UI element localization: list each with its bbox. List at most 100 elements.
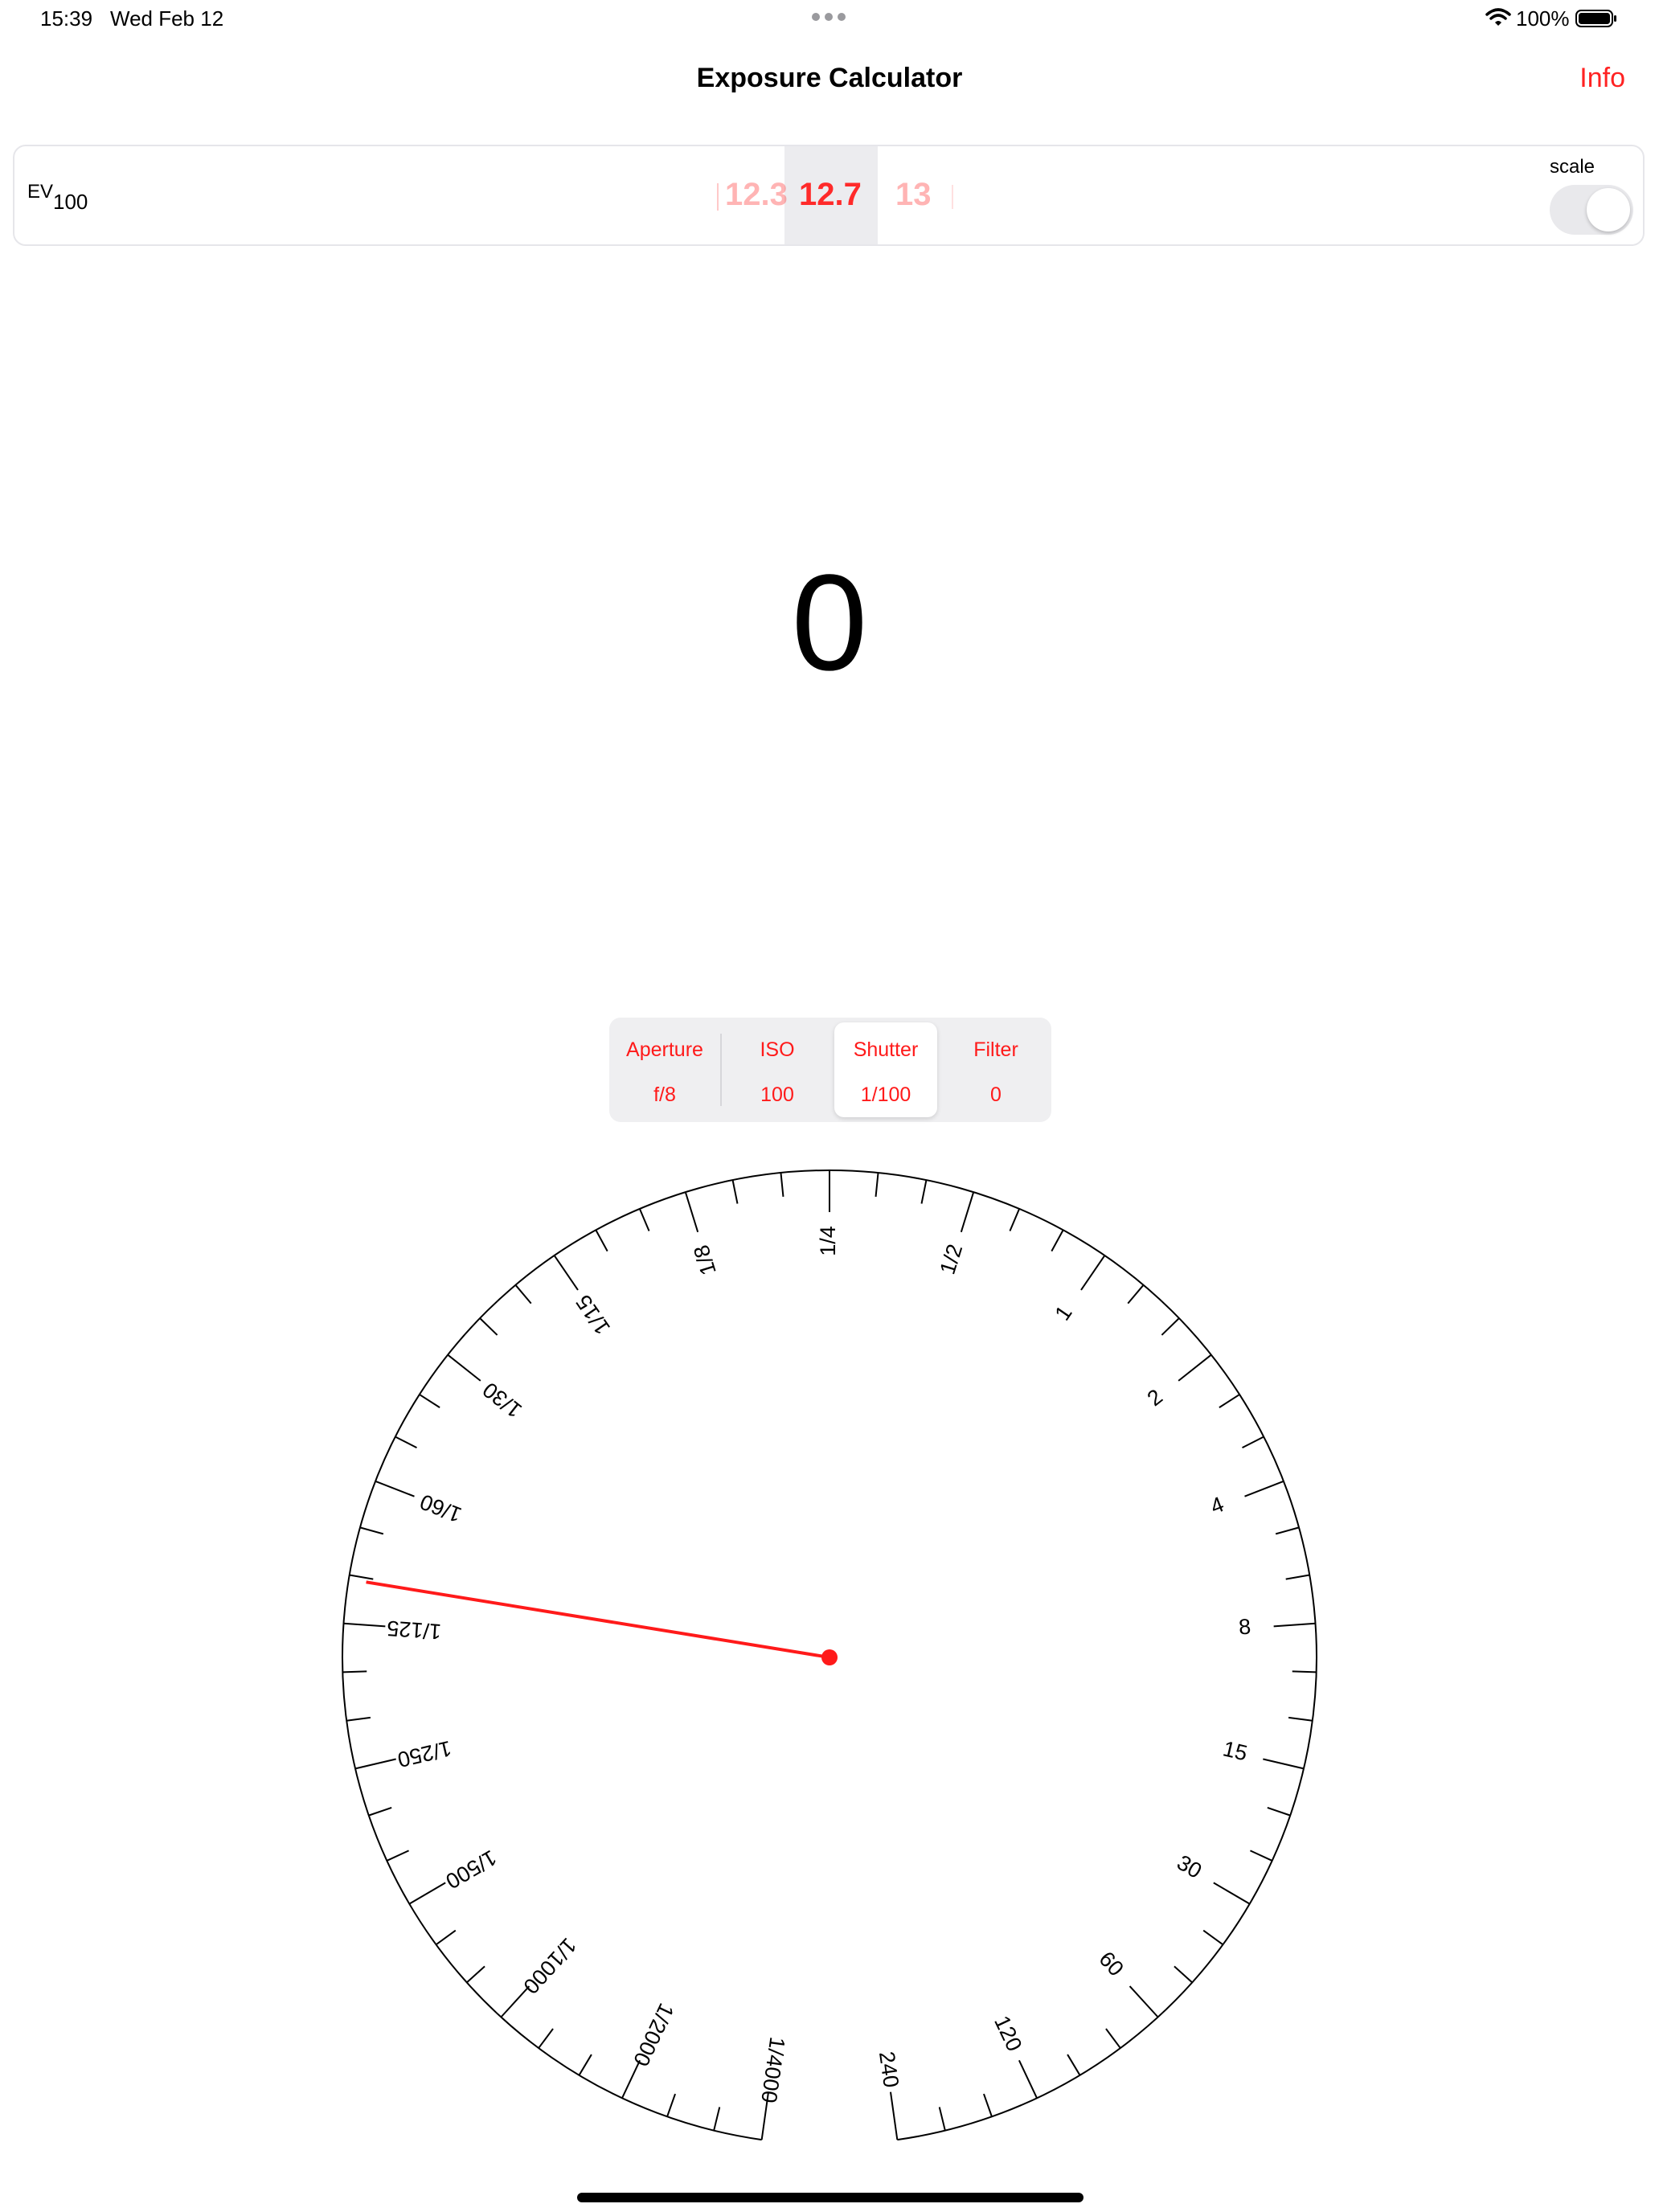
dial-scale-label: 1: [1050, 1301, 1076, 1325]
dial-minor-tick: [1202, 1929, 1224, 1946]
dial-major-tick: [1178, 1354, 1212, 1382]
multitasking-dots-icon[interactable]: [812, 13, 847, 21]
dial-major-tick: [960, 1191, 975, 1233]
dial-scale-label: 1/4: [816, 1226, 840, 1256]
wifi-icon: [1485, 8, 1511, 26]
status-time: 15:39: [40, 6, 93, 31]
result-value: 0: [791, 547, 868, 699]
battery-percent: 100%: [1516, 6, 1570, 31]
scale-toggle-knob[interactable]: [1587, 188, 1630, 231]
dial-minor-tick: [638, 1208, 650, 1231]
ev-picker[interactable]: 12.3 12.7 13: [14, 146, 1646, 244]
dial-minor-tick: [346, 1716, 371, 1722]
ev-card: EV100 12.3 12.7 13 scale: [13, 145, 1645, 246]
parameter-segmented-control: Aperture f/8 ISO 100 Shutter 1/100 Filte…: [609, 1018, 1051, 1122]
dial-minor-tick: [578, 2054, 592, 2076]
dial-scale-label: 1/125: [386, 1616, 442, 1644]
segment-iso-value: 100: [760, 1083, 794, 1106]
dial-minor-tick: [1009, 1208, 1021, 1231]
dial-minor-tick: [983, 2093, 993, 2117]
dial-scale-label: 1/1000: [518, 1933, 581, 1998]
dial-minor-tick: [538, 2028, 554, 2049]
dial-minor-tick: [1105, 2028, 1121, 2049]
dial-scale-label: 240: [875, 2050, 903, 2089]
dial-major-tick: [621, 2059, 641, 2099]
dial-major-tick: [375, 1480, 415, 1497]
dial-scale-label: 1/2000: [629, 2000, 678, 2071]
dial-minor-tick: [419, 1394, 440, 1408]
dial-scale-label: 1/2: [936, 1241, 968, 1277]
dial-minor-tick: [1161, 1317, 1180, 1336]
segment-filter-label: Filter: [973, 1038, 1018, 1061]
segment-aperture-label: Aperture: [626, 1038, 703, 1061]
dial-end-cap-start: [760, 2091, 770, 2140]
dial-minor-tick: [875, 1172, 879, 1197]
dial-needle-pivot: [821, 1649, 838, 1665]
dial-minor-tick: [1288, 1716, 1313, 1722]
dial-minor-tick: [395, 1436, 417, 1448]
dial-scale-label: 1/30: [478, 1378, 526, 1423]
segment-aperture-value: f/8: [653, 1083, 676, 1106]
dial-scale-label: 120: [989, 2012, 1026, 2055]
battery-icon: [1575, 10, 1616, 27]
dial-minor-tick: [359, 1526, 384, 1535]
dial-minor-tick: [479, 1317, 498, 1336]
status-bar: 15:39 Wed Feb 12 100%: [0, 0, 1659, 42]
segment-aperture[interactable]: Aperture f/8: [609, 1018, 720, 1122]
scale-label: scale: [1549, 156, 1595, 178]
page-title: Exposure Calculator: [696, 63, 963, 93]
status-date: Wed Feb 12: [110, 6, 224, 31]
segment-iso[interactable]: ISO 100: [722, 1018, 833, 1122]
navigation-bar: Exposure Calculator Info: [0, 48, 1659, 113]
dial-major-tick: [1080, 1255, 1106, 1291]
dial-scale-label: 8: [1238, 1615, 1251, 1640]
dial-minor-tick: [1267, 1806, 1291, 1817]
dial-minor-tick: [1067, 2054, 1081, 2076]
dial-major-tick: [408, 1882, 446, 1905]
dial-minor-tick: [780, 1172, 784, 1197]
dial-minor-tick: [1275, 1526, 1300, 1535]
dial-major-tick: [500, 1985, 530, 2018]
dial-scale-label: 1/4000: [756, 2035, 789, 2104]
segment-iso-label: ISO: [760, 1038, 795, 1061]
dial-minor-tick: [595, 1229, 608, 1252]
dial-minor-tick: [368, 1806, 392, 1817]
segment-shutter-value: 1/100: [860, 1083, 911, 1106]
segment-shutter[interactable]: Shutter 1/100: [834, 1022, 937, 1117]
dial-major-tick: [343, 1622, 386, 1628]
dial-arc: [342, 1169, 1317, 2141]
dial-minor-tick: [349, 1574, 374, 1580]
dial-minor-tick: [1174, 1965, 1193, 1984]
dial-minor-tick: [386, 1849, 409, 1862]
dial-scale-label: 15: [1221, 1736, 1250, 1765]
dial-minor-tick: [514, 1284, 532, 1305]
dial-minor-tick: [435, 1929, 457, 1946]
dial-minor-tick: [920, 1179, 928, 1204]
dial-minor-tick: [1292, 1670, 1317, 1673]
dial-minor-tick: [938, 2107, 946, 2131]
dial-major-tick: [1244, 1480, 1284, 1497]
dial-major-tick: [447, 1354, 481, 1382]
dial-needle: [366, 1580, 830, 1659]
dial-major-tick: [354, 1758, 396, 1770]
dial-minor-tick: [1285, 1574, 1310, 1580]
dial-minor-tick: [731, 1179, 739, 1204]
segment-filter[interactable]: Filter 0: [940, 1018, 1051, 1122]
segment-shutter-label: Shutter: [853, 1038, 919, 1061]
dial-scale-label: 30: [1173, 1850, 1206, 1883]
dial-scale-label: 4: [1207, 1492, 1227, 1518]
home-indicator[interactable]: [577, 2193, 1083, 2202]
ev-picker-item-next[interactable]: 13: [895, 177, 932, 213]
ev-picker-item-prev[interactable]: 12.3: [725, 177, 788, 213]
dial-minor-tick: [466, 1965, 485, 1984]
dial-scale-label: 1/250: [395, 1736, 454, 1772]
ev-picker-item-selected[interactable]: 12.7: [799, 177, 862, 213]
dial-scale-label: 60: [1094, 1947, 1128, 1981]
dial-major-tick: [1213, 1882, 1251, 1905]
dial-scale-label: 1/8: [689, 1242, 721, 1278]
dial-minor-tick: [1242, 1436, 1264, 1448]
scale-toggle[interactable]: [1550, 185, 1633, 235]
dial-scale-label: 1/15: [571, 1290, 615, 1338]
dial-major-tick: [1273, 1622, 1316, 1628]
info-button[interactable]: Info: [1579, 63, 1625, 94]
